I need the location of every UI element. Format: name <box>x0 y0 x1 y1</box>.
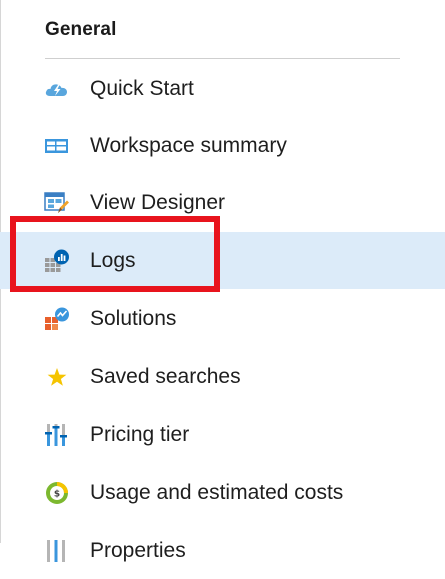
cloud-lightning-icon <box>44 77 70 101</box>
sidebar-item-label: Usage and estimated costs <box>90 480 344 504</box>
sidebar-item-label: Solutions <box>90 306 177 330</box>
svg-text:$: $ <box>54 489 60 499</box>
sidebar-item-pricing-tier[interactable]: Pricing tier <box>0 406 445 463</box>
sidebar-item-logs[interactable]: Logs <box>0 232 445 289</box>
summary-grid-icon <box>44 134 70 158</box>
sidebar-item-label: Workspace summary <box>90 133 287 157</box>
star-icon <box>44 365 70 389</box>
section-header-general: General <box>45 19 117 40</box>
sidebar-item-solutions[interactable]: Solutions <box>0 290 445 347</box>
sidebar-item-properties[interactable]: Properties <box>0 522 445 579</box>
properties-icon <box>44 539 70 563</box>
sidebar-item-label: Properties <box>90 538 186 562</box>
sidebar-item-label: Quick Start <box>90 76 194 100</box>
sidebar-item-label: Saved searches <box>90 364 241 388</box>
view-designer-icon <box>44 191 70 215</box>
sidebar-item-quick-start[interactable]: Quick Start <box>0 60 445 117</box>
usage-cost-icon: $ <box>44 481 70 505</box>
sidebar-item-saved-searches[interactable]: Saved searches <box>0 348 445 405</box>
sidebar-item-workspace-summary[interactable]: Workspace summary <box>0 117 445 174</box>
sidebar-item-label: View Designer <box>90 190 226 214</box>
sidebar-item-label: Pricing tier <box>90 422 190 446</box>
pricing-sliders-icon <box>44 423 70 447</box>
sidebar-item-view-designer[interactable]: View Designer <box>0 174 445 231</box>
sidebar-item-label: Logs <box>90 248 136 272</box>
solutions-icon <box>44 307 70 331</box>
section-divider <box>45 58 400 59</box>
logs-icon <box>44 249 70 273</box>
sidebar-item-usage-costs[interactable]: $ Usage and estimated costs <box>0 464 445 521</box>
